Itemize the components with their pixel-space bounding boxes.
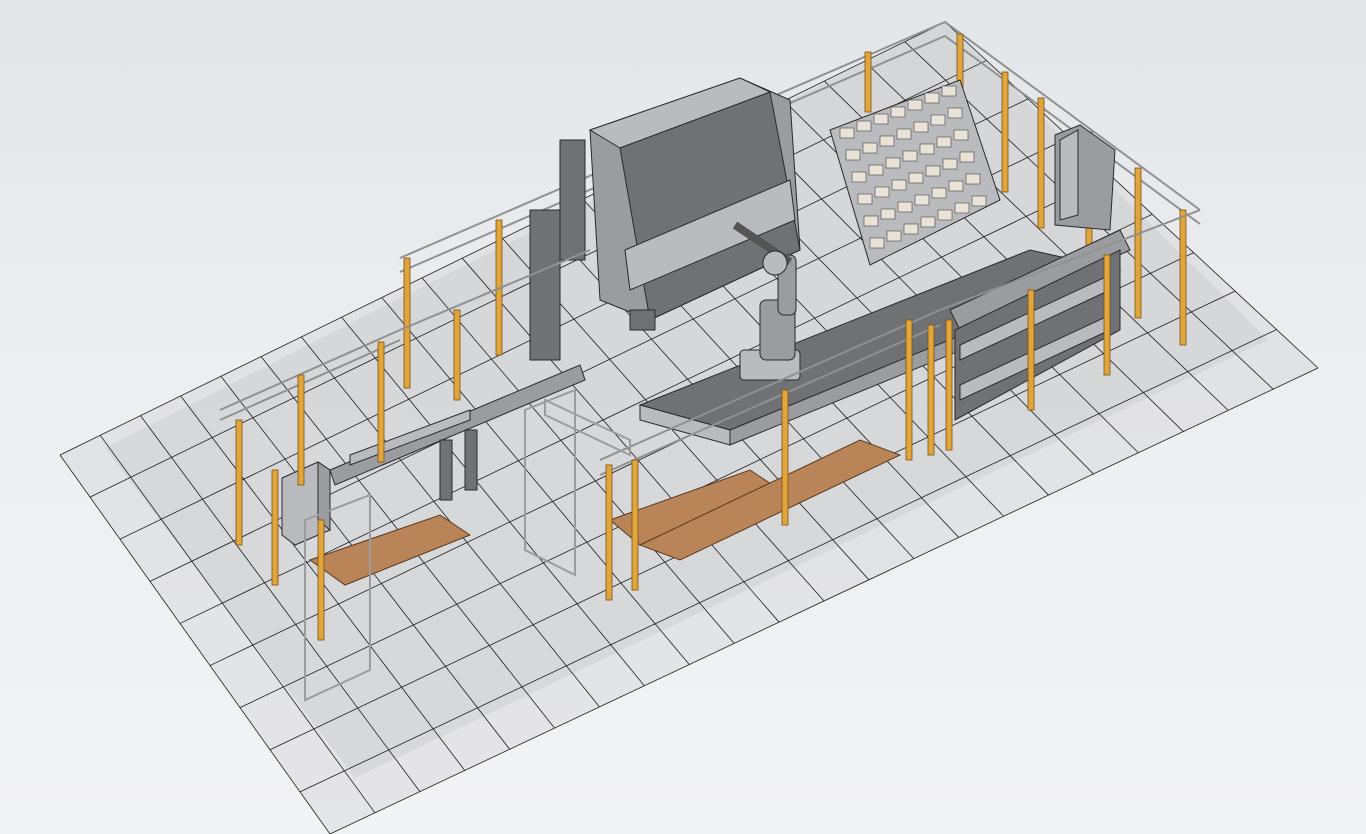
rack-bin: [891, 179, 907, 191]
rack-bin: [920, 216, 936, 228]
rack-bin: [856, 120, 872, 132]
rack-bin: [879, 135, 895, 147]
rack-bin: [924, 92, 940, 104]
rack-bin: [897, 201, 913, 213]
rack-bin: [931, 187, 947, 199]
rack-bin: [885, 157, 901, 169]
rack-bin: [914, 194, 930, 206]
rack-bin: [908, 172, 924, 184]
robot-cell-scene[interactable]: [0, 0, 1366, 834]
rack-bin: [863, 215, 879, 227]
3d-viewport[interactable]: [0, 0, 1366, 834]
rack-bin: [902, 150, 918, 162]
rack-bin: [913, 121, 929, 133]
rack-bin: [953, 129, 969, 141]
rack-bin: [954, 202, 970, 214]
rack-bin: [936, 136, 952, 148]
rack-bin: [880, 208, 896, 220]
rack-bin: [959, 151, 975, 163]
rack-bin: [930, 114, 946, 126]
rack-bin: [845, 149, 861, 161]
rack-bin: [857, 193, 873, 205]
rack-bin: [925, 165, 941, 177]
rack-bin: [868, 164, 884, 176]
rack-bin: [851, 171, 867, 183]
rack-bin: [869, 237, 885, 249]
rack-bin: [919, 143, 935, 155]
rack-bin: [890, 106, 906, 118]
rack-bin: [896, 128, 912, 140]
rack-bin: [903, 223, 919, 235]
rack-bin: [886, 230, 902, 242]
rack-bin: [965, 173, 981, 185]
rack-bin: [839, 127, 855, 139]
rack-bin: [907, 99, 923, 111]
rack-bin: [874, 186, 890, 198]
rack-bin: [873, 113, 889, 125]
rack-bin: [971, 195, 987, 207]
rack-bin: [948, 180, 964, 192]
rack-bin: [947, 107, 963, 119]
rack-bin: [937, 209, 953, 221]
rack-bin: [941, 85, 957, 97]
rack-bin: [942, 158, 958, 170]
rack-bin: [862, 142, 878, 154]
